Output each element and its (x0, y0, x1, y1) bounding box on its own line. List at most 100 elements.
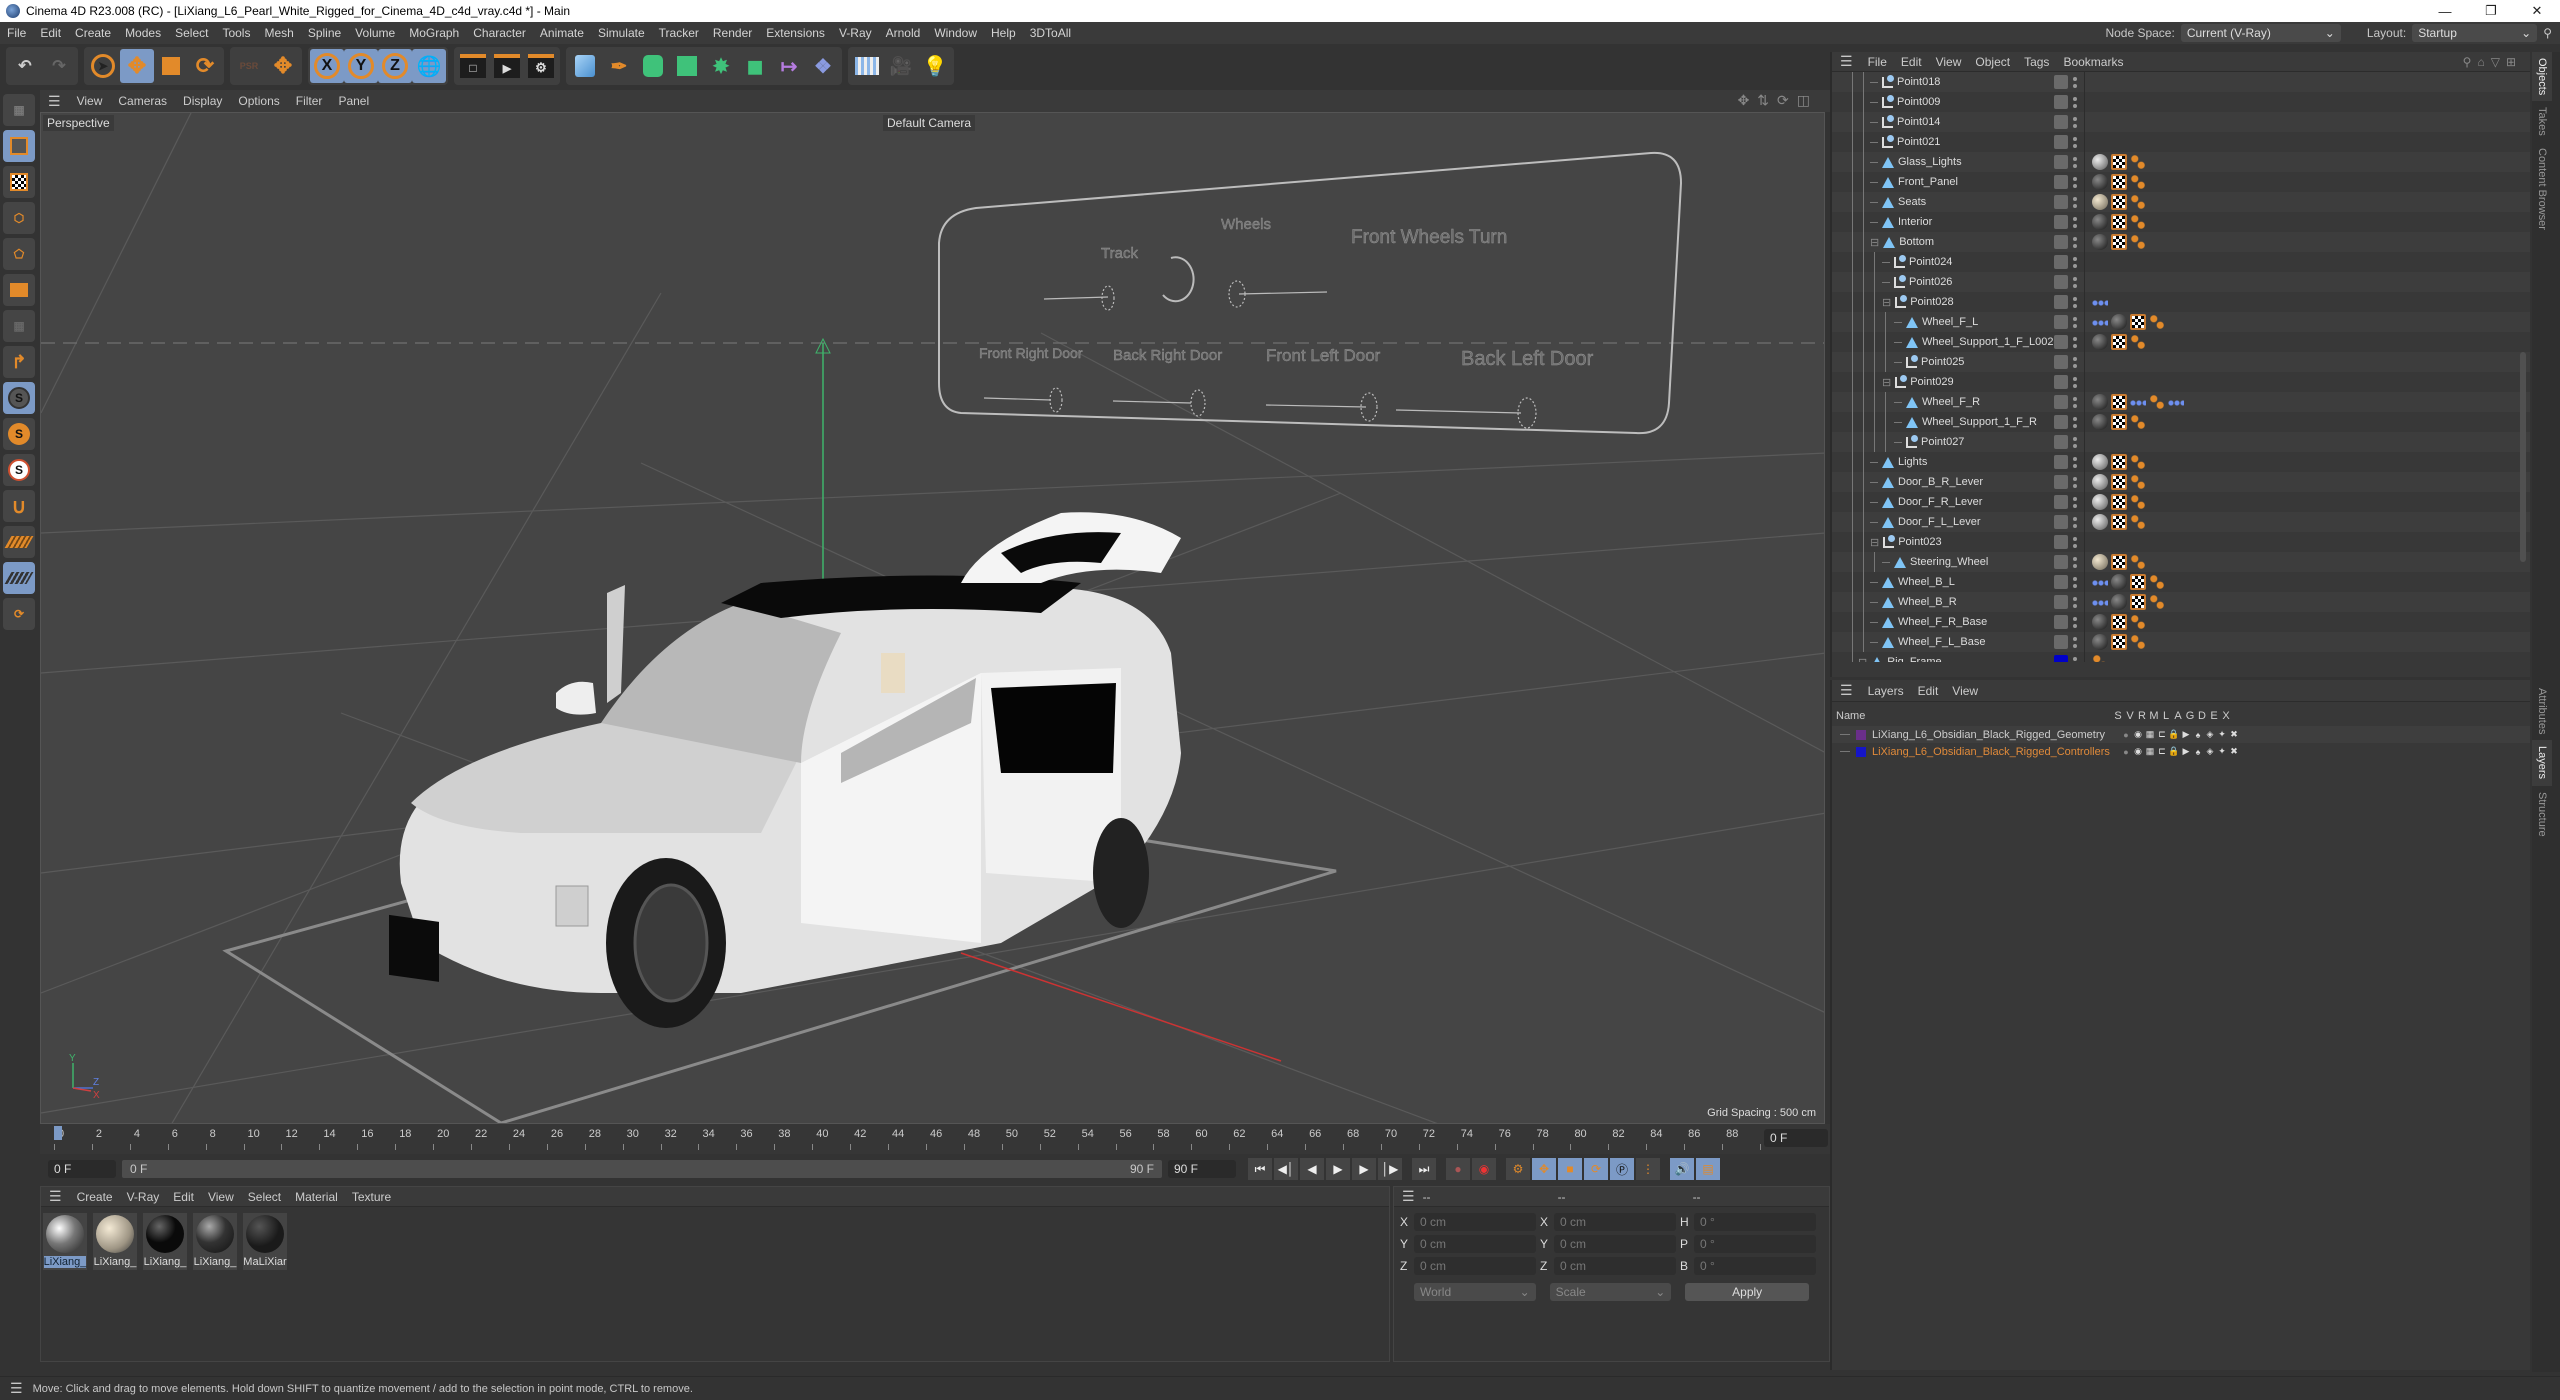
object-menu-view[interactable]: View (1929, 55, 1969, 69)
locked-workplane-icon[interactable] (3, 562, 35, 594)
menu-spline[interactable]: Spline (301, 26, 348, 40)
uvw-tag-icon[interactable] (2111, 334, 2127, 350)
render-picture-viewer-icon[interactable]: ▶ (490, 49, 524, 83)
layer-xref-icon[interactable]: ✖ (2228, 746, 2240, 757)
object-list-scrollbar[interactable] (2520, 352, 2526, 562)
editor-render-dots-icon[interactable] (2073, 495, 2077, 509)
uvw-tag-icon[interactable] (2130, 314, 2146, 330)
object-menu-file[interactable]: File (1861, 55, 1894, 69)
material-tag-icon[interactable] (2092, 194, 2108, 210)
editor-render-dots-icon[interactable] (2073, 175, 2077, 189)
layer-generator-icon[interactable]: ♠ (2192, 747, 2204, 757)
uvw-tag-icon[interactable] (2111, 234, 2127, 250)
object-row[interactable]: Door_F_R_Lever (1832, 492, 2530, 512)
key-pla-icon[interactable]: ⋮ (1636, 1158, 1660, 1180)
material-tag-icon[interactable] (2092, 614, 2108, 630)
material-tag-icon[interactable] (2092, 174, 2108, 190)
size-mode-dropdown[interactable]: Scale ⌄ (1549, 1283, 1672, 1301)
workplane-icon[interactable] (3, 526, 35, 558)
visibility-toggle-icon[interactable] (2054, 475, 2068, 489)
editor-render-dots-icon[interactable] (2073, 335, 2077, 349)
material-tag-icon[interactable] (2092, 494, 2108, 510)
minimize-icon[interactable]: — (2422, 0, 2468, 22)
hamburger-menu-icon[interactable]: ☰ (41, 1188, 70, 1205)
mograph-cloner-icon[interactable]: ✸ (704, 49, 738, 83)
edges-mode-icon[interactable]: ⬠ (3, 238, 35, 270)
phong-tag-icon[interactable] (2092, 654, 2108, 662)
material-tag-icon[interactable] (2111, 574, 2127, 590)
collapse-toggle-icon[interactable]: ⊟ (1882, 376, 1891, 389)
keyframe-selection-icon[interactable]: ⚙ (1506, 1158, 1530, 1180)
rotate-icon[interactable]: ⟳ (188, 49, 222, 83)
key-scale-icon[interactable]: ■ (1558, 1158, 1582, 1180)
menu-arnold[interactable]: Arnold (879, 26, 928, 40)
editor-render-dots-icon[interactable] (2073, 135, 2077, 149)
menu-mesh[interactable]: Mesh (257, 26, 300, 40)
layer-lock-icon[interactable]: 🔒 (2168, 729, 2180, 740)
uvw-tag-icon[interactable] (2111, 614, 2127, 630)
uvw-tag-icon[interactable] (2111, 454, 2127, 470)
editor-render-dots-icon[interactable] (2073, 615, 2077, 629)
visibility-toggle-icon[interactable] (2054, 455, 2068, 469)
side-tab-objects[interactable]: Objects (2532, 52, 2552, 102)
editor-render-dots-icon[interactable] (2073, 155, 2077, 169)
editor-render-dots-icon[interactable] (2073, 655, 2077, 662)
phong-tag-icon[interactable] (2130, 194, 2146, 210)
visibility-toggle-icon[interactable] (2054, 615, 2068, 629)
object-row[interactable]: ⊟ Rig_Frame (1832, 652, 2530, 662)
search-icon[interactable]: ⚲ (2463, 55, 2472, 69)
visibility-toggle-icon[interactable] (2054, 95, 2068, 109)
object-row[interactable]: Wheel_F_R_Base (1832, 612, 2530, 632)
material-menu-select[interactable]: Select (241, 1190, 288, 1204)
restore-icon[interactable]: ❐ (2468, 0, 2514, 22)
material-tag-icon[interactable] (2092, 234, 2108, 250)
collapse-toggle-icon[interactable]: ⊟ (1870, 236, 1879, 249)
material-tag-icon[interactable] (2092, 454, 2108, 470)
solo-single-icon[interactable]: S (3, 418, 35, 450)
ik-tag-icon[interactable] (2130, 394, 2146, 410)
object-menu-object[interactable]: Object (1968, 55, 2017, 69)
coordinate-pos-field[interactable]: 0 cm (1414, 1257, 1536, 1275)
go-to-end-icon[interactable]: ⏭ (1412, 1158, 1436, 1180)
apply-button[interactable]: Apply (1685, 1283, 1809, 1301)
collapse-toggle-icon[interactable]: ⊟ (1882, 296, 1891, 309)
uvw-tag-icon[interactable] (2111, 474, 2127, 490)
rig-control-panel[interactable] (938, 151, 1683, 435)
camera-icon[interactable]: 🎥 (884, 49, 918, 83)
object-row[interactable]: Wheel_F_R (1832, 392, 2530, 412)
object-row[interactable]: Door_F_L_Lever (1832, 512, 2530, 532)
go-to-start-icon[interactable]: ⏮ (1248, 1158, 1272, 1180)
phong-tag-icon[interactable] (2130, 154, 2146, 170)
timeline-ruler[interactable]: 0246810121416182022242628303234363840424… (40, 1124, 1830, 1154)
layer-solo-icon[interactable]: ● (2120, 730, 2132, 740)
layers-column-x[interactable]: X (2220, 710, 2232, 722)
visibility-toggle-icon[interactable] (2054, 295, 2068, 309)
current-frame-field[interactable]: 0 F (1764, 1129, 1828, 1147)
editor-render-dots-icon[interactable] (2073, 215, 2077, 229)
home-icon[interactable]: ⌂ (2477, 55, 2484, 69)
texture-mode-icon[interactable] (3, 166, 35, 198)
phong-tag-icon[interactable] (2130, 334, 2146, 350)
phong-tag-icon[interactable] (2149, 394, 2165, 410)
timeline-icon[interactable]: ▤ (1696, 1158, 1720, 1180)
material-tag-icon[interactable] (2092, 474, 2108, 490)
ik-tag-icon[interactable] (2092, 574, 2108, 590)
side-tab-takes[interactable]: Takes (2532, 101, 2552, 142)
layer-name[interactable]: LiXiang_L6_Obsidian_Black_Rigged_Geometr… (1872, 729, 2120, 741)
layers-menu-layers[interactable]: Layers (1861, 684, 1911, 698)
side-tab-content-browser[interactable]: Content Browser (2532, 142, 2552, 236)
layer-name[interactable]: LiXiang_L6_Obsidian_Black_Rigged_Control… (1872, 746, 2120, 758)
object-menu-bookmarks[interactable]: Bookmarks (2056, 55, 2130, 69)
phong-tag-icon[interactable] (2130, 614, 2146, 630)
menu-modes[interactable]: Modes (118, 26, 168, 40)
phong-tag-icon[interactable] (2130, 514, 2146, 530)
editor-render-dots-icon[interactable] (2073, 115, 2077, 129)
coordinate-rot-field[interactable]: 0 ° (1694, 1213, 1816, 1231)
layers-column-e[interactable]: E (2208, 710, 2220, 722)
layer-animation-icon[interactable]: ▶ (2180, 729, 2192, 740)
phong-tag-icon[interactable] (2130, 234, 2146, 250)
visibility-toggle-icon[interactable] (2054, 495, 2068, 509)
viewport-menu-cameras[interactable]: Cameras (110, 94, 175, 108)
ik-tag-icon[interactable] (2092, 314, 2108, 330)
live-selection-icon[interactable]: ➤ (86, 49, 120, 83)
